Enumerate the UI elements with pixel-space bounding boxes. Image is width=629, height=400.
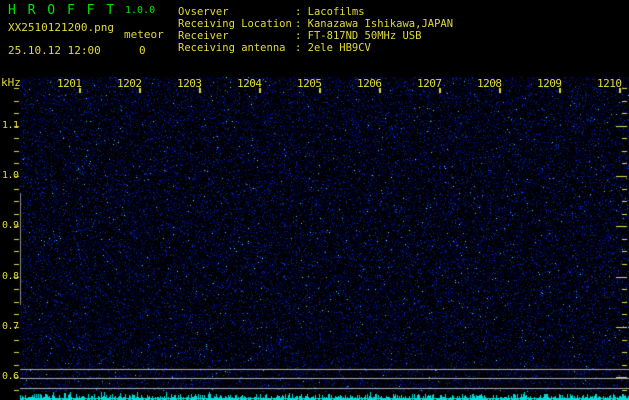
info-label: Receiver <box>178 30 295 42</box>
spectrogram-canvas <box>0 0 629 400</box>
time-axis-label: 1208 <box>477 78 502 89</box>
output-filename: XX2510121200.png <box>8 22 114 33</box>
time-axis-label: 1202 <box>117 78 142 89</box>
info-separator: : <box>295 18 301 30</box>
info-separator: : <box>295 30 301 42</box>
freq-axis-label: 0.9 <box>2 221 19 231</box>
time-axis-label: 1204 <box>237 78 262 89</box>
time-axis-label: 1203 <box>177 78 202 89</box>
freq-axis-label: 0.7 <box>2 322 19 332</box>
freq-axis-label: 1.1 <box>2 121 19 131</box>
time-axis-label: 1201 <box>57 78 82 89</box>
time-axis-label: 1206 <box>357 78 382 89</box>
station-info: Ovserver: Lacofilms Receiving Location: … <box>178 6 453 54</box>
hrofft-window: H R O F F T 1.0.0 XX2510121200.png meteo… <box>0 0 629 400</box>
info-row-location: Receiving Location: Kanazawa Ishikawa,JA… <box>178 18 453 30</box>
time-axis-label: 1209 <box>537 78 562 89</box>
observation-mode-label: meteor <box>124 29 164 40</box>
time-axis-label: 1205 <box>297 78 322 89</box>
info-value: 2ele HB9CV <box>308 42 371 54</box>
info-label: Ovserver <box>178 6 295 18</box>
freq-axis-label: 0.6 <box>2 372 19 382</box>
info-label: Receiving antenna <box>178 42 295 54</box>
info-separator: : <box>295 42 301 54</box>
app-version: 1.0.0 <box>125 6 155 16</box>
info-row-receiver: Receiver: FT-817ND 50MHz USB <box>178 30 453 42</box>
app-title: H R O F F T <box>8 4 116 17</box>
current-datetime: 25.10.12 12:00 <box>8 45 101 56</box>
meteor-count: 0 <box>139 45 146 56</box>
freq-axis-label: 0.8 <box>2 272 19 282</box>
info-value: Lacofilms <box>308 6 365 18</box>
time-axis-label: 1210 <box>597 78 622 89</box>
info-label: Receiving Location <box>178 18 295 30</box>
info-row-antenna: Receiving antenna: 2ele HB9CV <box>178 42 453 54</box>
info-value: Kanazawa Ishikawa,JAPAN <box>308 18 453 30</box>
time-axis-label: 1207 <box>417 78 442 89</box>
info-separator: : <box>295 6 301 18</box>
info-value: FT-817ND 50MHz USB <box>308 30 422 42</box>
freq-axis-label: 1.0 <box>2 171 19 181</box>
info-row-observer: Ovserver: Lacofilms <box>178 6 453 18</box>
freq-unit-label: kHz <box>1 77 21 88</box>
